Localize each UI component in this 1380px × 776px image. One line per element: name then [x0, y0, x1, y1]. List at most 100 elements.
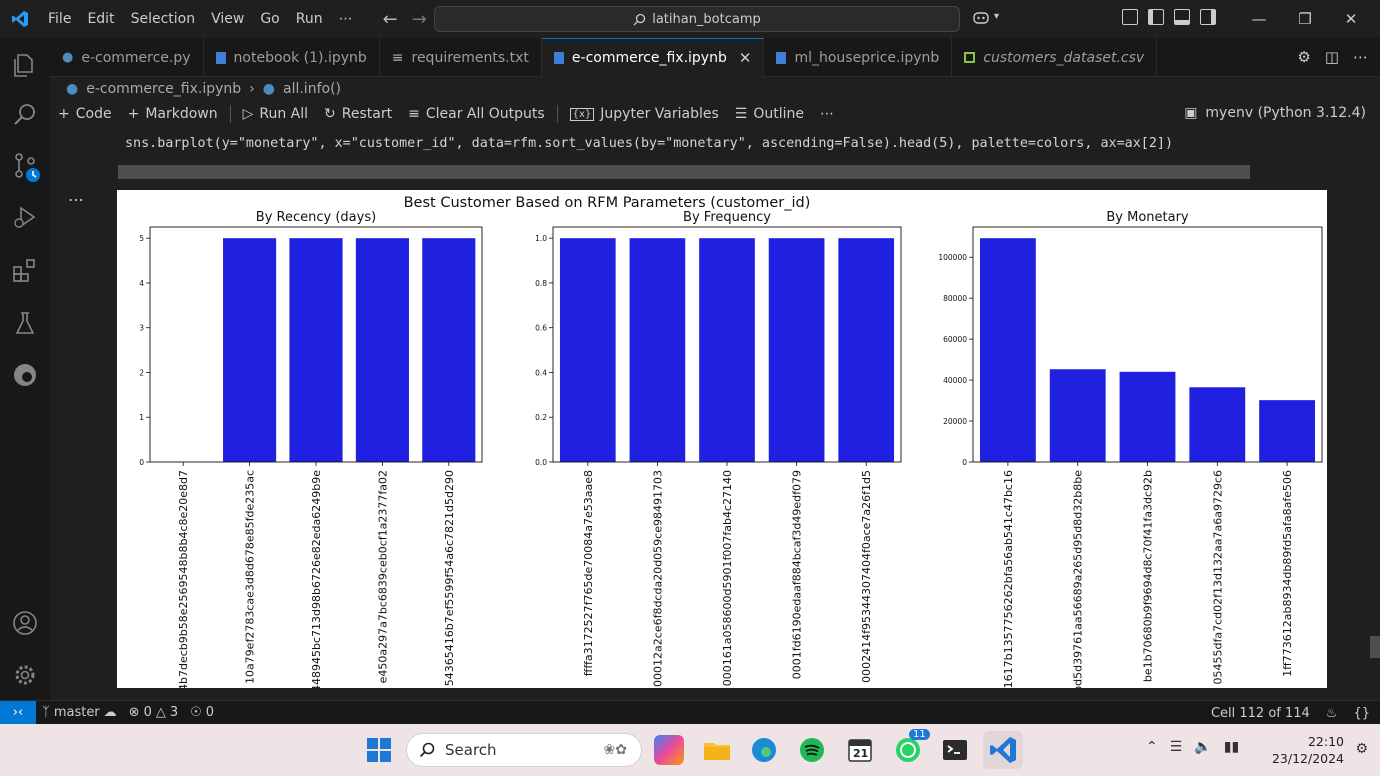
toolbar-separator	[229, 105, 231, 123]
command-center-search[interactable]: latihan_botcamp	[434, 6, 960, 32]
tab-ml-houseprice[interactable]: ml_houseprice.ipynb	[764, 38, 953, 77]
notifications-bell-icon[interactable]: ♨	[1326, 706, 1338, 721]
search-icon[interactable]	[10, 100, 40, 130]
copilot-app-icon[interactable]	[654, 735, 684, 765]
tab-customers-dataset[interactable]: customers_dataset.csv	[952, 38, 1158, 77]
system-clock[interactable]: 22:10 23/12/2024	[1272, 733, 1344, 767]
ports-status[interactable]: ☉ 0	[184, 705, 220, 720]
workspace-name: latihan_botcamp	[652, 11, 761, 27]
run-all-button[interactable]: ▷ Run All	[235, 100, 316, 128]
toggle-secondary-sidebar-icon[interactable]	[1200, 9, 1216, 25]
horizontal-scrollbar[interactable]	[118, 165, 1250, 179]
split-editor-icon[interactable]: ◫	[1325, 48, 1339, 66]
notification-icon[interactable]: ⚙	[1355, 741, 1368, 757]
menu-more[interactable]: ⋯	[331, 0, 361, 38]
jupyter-variables-button[interactable]: {x} Jupyter Variables	[562, 100, 727, 128]
whatsapp-icon[interactable]: 11	[893, 729, 930, 765]
testing-icon[interactable]	[10, 308, 40, 338]
branch-status[interactable]: ᛉ master ☁	[36, 705, 123, 720]
edge-browser-icon[interactable]	[749, 735, 779, 765]
forward-arrow-icon[interactable]: →	[412, 9, 427, 30]
windows-start-icon[interactable]	[364, 735, 394, 765]
menu-edit[interactable]: Edit	[79, 0, 122, 38]
title-bar: File Edit Selection View Go Run ⋯ ← → la…	[0, 0, 1380, 38]
bar	[1259, 400, 1316, 462]
toggle-panel-icon[interactable]	[1174, 9, 1190, 25]
chevron-right-icon: ›	[249, 81, 255, 97]
cell-output-more-icon[interactable]: ⋯	[68, 190, 85, 209]
volume-icon[interactable]: 🔈	[1194, 739, 1211, 755]
explorer-icon[interactable]	[10, 50, 40, 80]
menu-run[interactable]: Run	[288, 0, 331, 38]
wifi-icon[interactable]: ☰	[1170, 739, 1183, 755]
terminal-icon[interactable]	[940, 735, 970, 765]
breadcrumb-symbol[interactable]: all.info()	[283, 81, 341, 97]
remote-icon[interactable]: ›‹	[0, 700, 36, 725]
minimize-icon[interactable]: —	[1236, 10, 1282, 28]
bar	[629, 238, 686, 462]
cell-output-figure: Best Customer Based on RFM Parameters (c…	[117, 190, 1327, 688]
file-explorer-icon[interactable]	[702, 735, 732, 765]
run-debug-icon[interactable]	[10, 202, 40, 232]
spotify-icon[interactable]	[797, 735, 827, 765]
restart-button[interactable]: ↻ Restart	[316, 100, 400, 128]
close-window-icon[interactable]: ✕	[1328, 10, 1374, 28]
vertical-scrollbar[interactable]	[1370, 636, 1380, 658]
cell-position[interactable]: Cell 112 of 114	[1211, 706, 1310, 721]
chevron-up-icon[interactable]: ⌃	[1146, 739, 1158, 755]
battery-icon[interactable]: ▮▮	[1224, 739, 1239, 755]
accounts-icon[interactable]	[10, 608, 40, 638]
tab-e-commerce-fix[interactable]: e-commerce_fix.ipynb ✕	[541, 38, 765, 77]
bar	[422, 238, 476, 462]
close-tab-icon[interactable]: ✕	[739, 49, 752, 67]
menu-view[interactable]: View	[203, 0, 252, 38]
notebook-toolbar: + Code + Markdown ▷ Run All ↻ Restart ≡ Clear…	[50, 100, 1380, 128]
search-icon	[419, 742, 435, 758]
add-markdown-cell-button[interactable]: + Markdown	[120, 100, 226, 128]
edge-devtools-icon[interactable]	[10, 360, 40, 390]
tab-notebook-1[interactable]: notebook (1).ipynb	[204, 38, 380, 77]
menu-file[interactable]: File	[40, 0, 79, 38]
outline-button[interactable]: ☰ Outline	[727, 100, 812, 128]
code-line[interactable]: sns.barplot(y="monetary", x="customer_id…	[125, 136, 1173, 151]
y-tick-label: 0.8	[535, 279, 547, 288]
back-arrow-icon[interactable]: ←	[383, 9, 398, 30]
breadcrumb-file[interactable]: e-commerce_fix.ipynb	[86, 81, 241, 97]
copilot-icon[interactable]	[972, 9, 990, 29]
python-icon: ●	[62, 50, 74, 65]
y-tick-label: 0.4	[535, 368, 547, 377]
menu-go[interactable]: Go	[252, 0, 287, 38]
vscode-taskbar-icon[interactable]	[983, 731, 1023, 769]
tab-requirements[interactable]: ≡ requirements.txt	[380, 38, 542, 77]
extensions-icon[interactable]	[10, 256, 40, 286]
x-tick-label: 448945bc713d98b6726e82eda6249b9e	[310, 470, 323, 688]
bar	[289, 238, 343, 462]
x-tick-label: 00012a2ce6f8dcda20d059ce98491703	[651, 470, 664, 687]
system-tray: ⌃ ☰ 🔈 ▮▮	[1146, 739, 1239, 755]
taskbar-search[interactable]: Search ❀✿	[406, 733, 642, 767]
settings-gear-icon[interactable]	[10, 660, 40, 690]
tab-label: requirements.txt	[411, 49, 529, 66]
calendar-app-icon[interactable]: 21	[845, 735, 875, 765]
copilot-chevron-icon[interactable]: ▾	[994, 11, 999, 22]
menu-selection[interactable]: Selection	[123, 0, 204, 38]
restore-icon[interactable]: ❐	[1282, 10, 1328, 28]
toolbar-more-button[interactable]: ⋯	[812, 100, 842, 128]
more-actions-icon[interactable]: ⋯	[1353, 48, 1368, 66]
settings-gear-icon[interactable]: ⚙	[1297, 48, 1310, 66]
kernel-picker[interactable]: ▣ myenv (Python 3.12.4)	[1184, 105, 1366, 121]
x-tick-label: 1ff773612ab8934db89fd5afa8afe506	[1281, 470, 1294, 677]
bar	[1049, 369, 1106, 462]
sync-icon: ☁	[103, 705, 117, 720]
source-control-icon[interactable]	[10, 150, 40, 182]
problems-status[interactable]: ⊗ 0 △ 3	[123, 705, 184, 720]
antenna-icon: ☉	[190, 705, 202, 720]
y-tick-label: 5	[139, 234, 144, 243]
tab-e-commerce-py[interactable]: ● e-commerce.py	[50, 38, 204, 77]
notebook-icon	[553, 52, 564, 64]
customize-layout-icon[interactable]	[1122, 9, 1138, 25]
add-code-cell-button[interactable]: + Code	[50, 100, 120, 128]
clear-all-outputs-button[interactable]: ≡ Clear All Outputs	[400, 100, 553, 128]
toggle-primary-sidebar-icon[interactable]	[1148, 9, 1164, 25]
braces-icon[interactable]: {}	[1353, 706, 1370, 721]
